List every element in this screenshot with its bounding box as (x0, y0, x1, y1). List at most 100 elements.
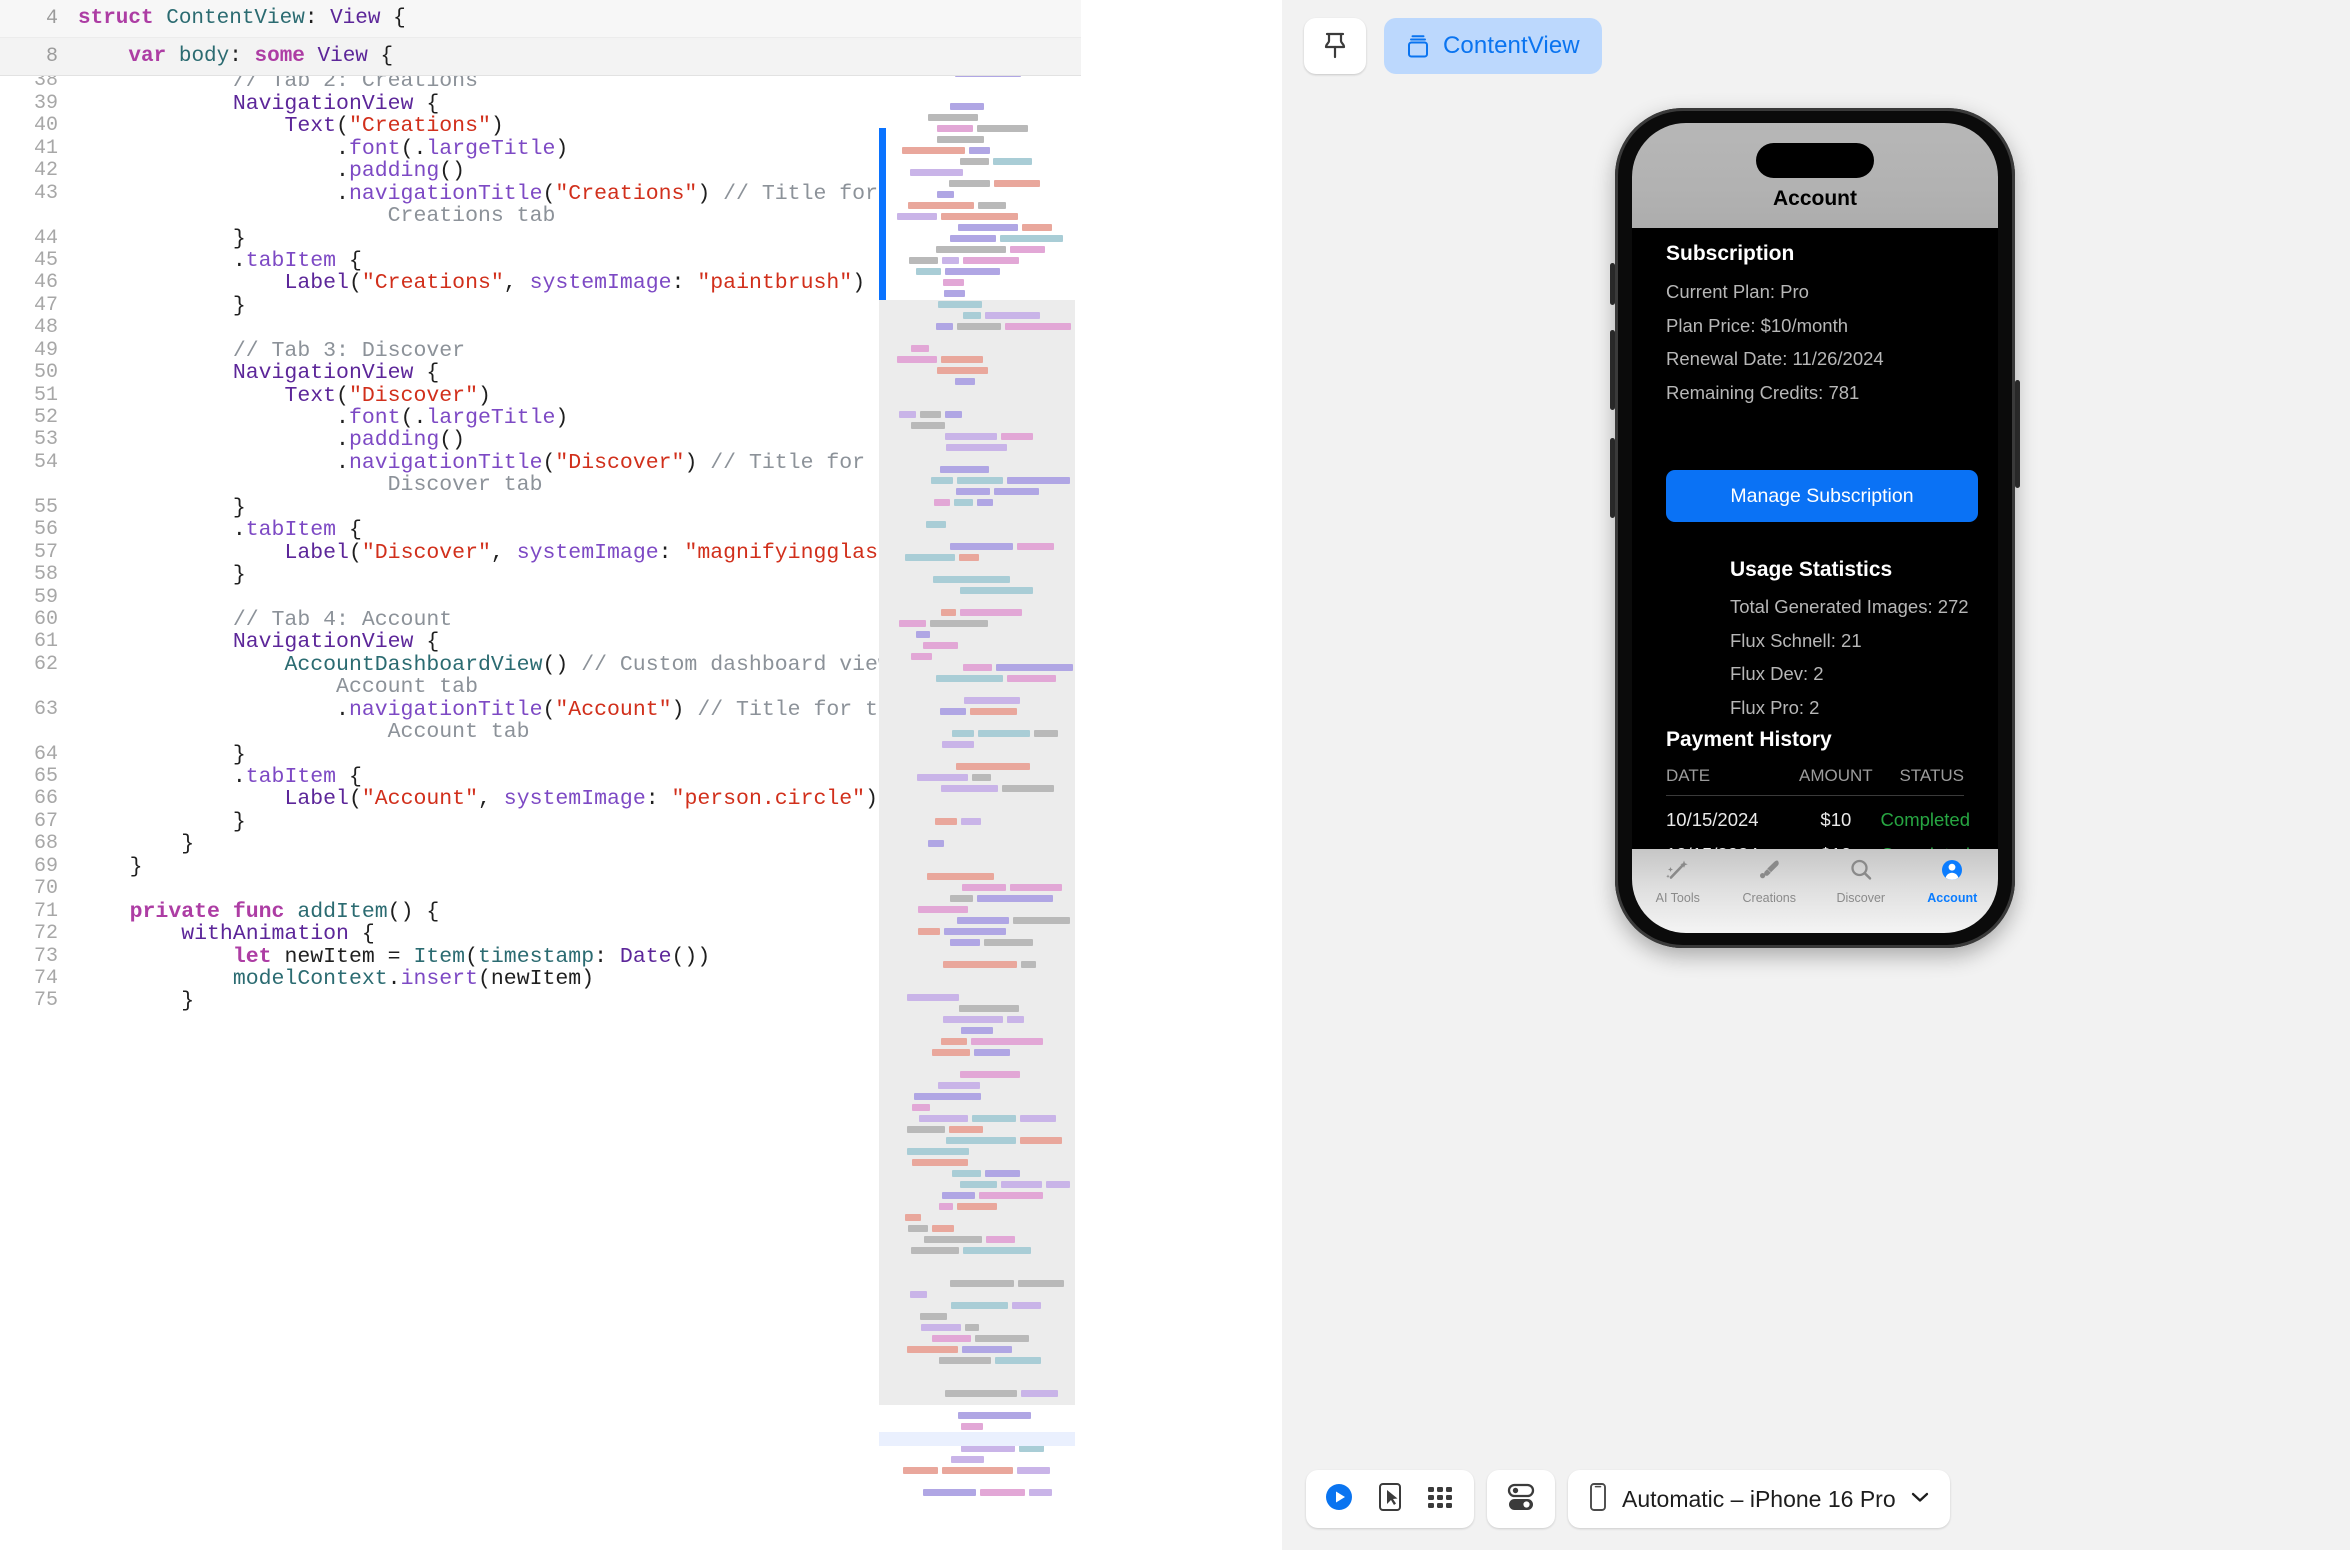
line-number: 58 (0, 564, 58, 586)
minimap-code-line (941, 1038, 967, 1045)
minimap-code-line (1010, 884, 1062, 891)
line-code: .tabItem { (78, 519, 362, 541)
line-number: 45 (0, 250, 58, 272)
source-editor[interactable]: 4 struct ContentView: View {8 var body: s… (0, 0, 1081, 1550)
minimap-code-line (923, 642, 958, 649)
line-number: 71 (0, 901, 58, 923)
minimap-code-line (910, 1291, 927, 1298)
wand-sparkles-icon (1665, 858, 1691, 887)
minimap-code-line (1001, 1181, 1042, 1188)
minimap-code-line (985, 312, 1040, 319)
line-code: AccountDashboardView() // Custom dashboa… (78, 654, 942, 676)
iphone-icon (1588, 1482, 1608, 1517)
minimap-code-line (941, 785, 998, 792)
minimap-code-line (949, 180, 990, 187)
line-code: withAnimation { (78, 923, 375, 945)
minimap-code-line (932, 1225, 954, 1232)
tab-bar[interactable]: AI ToolsCreationsDiscoverAccount (1632, 849, 1998, 933)
line-code: } (78, 228, 246, 250)
minimap-code-line (1017, 1467, 1050, 1474)
line-number: 65 (0, 766, 58, 788)
minimap-code-line (918, 906, 968, 913)
subscription-detail-line: Renewal Date: 11/26/2024 (1666, 348, 1884, 370)
minimap-code-line (916, 631, 930, 638)
line-code: struct ContentView: View { (78, 0, 406, 37)
pin-preview-button[interactable] (1304, 18, 1366, 74)
line-code: Account tab (78, 721, 530, 743)
minimap-code-line (957, 917, 1009, 924)
minimap-code-line (942, 741, 974, 748)
line-number: 56 (0, 519, 58, 541)
minimap-code-line (963, 1247, 1031, 1254)
selectable-pointer-icon[interactable] (1377, 1482, 1403, 1517)
line-number: 4 (0, 0, 58, 37)
minimap-code-line (1013, 917, 1070, 924)
subscription-detail-line: Remaining Credits: 781 (1666, 382, 1884, 404)
minimap-code-line (963, 664, 992, 671)
line-code: .tabItem { (78, 250, 362, 272)
minimap-code-line (978, 730, 1030, 737)
column-header-status: STATUS (1881, 766, 1964, 786)
tab-bar-item-account[interactable]: Account (1907, 858, 1999, 905)
minimap-code-line (907, 1346, 958, 1353)
editor-minimap[interactable] (879, 0, 1075, 1550)
minimap-code-line (911, 345, 929, 352)
minimap-code-line (984, 939, 1033, 946)
minimap-code-line (949, 1126, 983, 1133)
line-code: .navigationTitle("Account") // Title for… (78, 699, 904, 721)
minimap-code-line (961, 1423, 983, 1430)
tab-bar-item-creations[interactable]: Creations (1724, 858, 1816, 905)
line-number: 46 (0, 272, 58, 294)
jump-bar-row[interactable]: 4 struct ContentView: View { (0, 0, 1081, 38)
line-number: 69 (0, 856, 58, 878)
minimap-code-line (908, 202, 974, 209)
minimap-code-line (961, 818, 981, 825)
line-number: 63 (0, 699, 58, 721)
minimap-code-line (945, 268, 1000, 275)
minimap-code-line (980, 1489, 1025, 1496)
manage-subscription-button[interactable]: Manage Subscription (1666, 470, 1978, 522)
minimap-code-line (912, 1104, 930, 1111)
usage-detail-line: Total Generated Images: 272 (1730, 596, 1969, 618)
minimap-code-line (956, 488, 990, 495)
variants-grid-icon[interactable] (1426, 1483, 1456, 1516)
preview-tab-contentview[interactable]: ContentView (1384, 18, 1602, 74)
line-code: } (78, 990, 194, 1012)
line-number: 47 (0, 295, 58, 317)
minimap-code-line (951, 1456, 984, 1463)
preview-tab-label: ContentView (1443, 32, 1580, 60)
minimap-code-line (897, 356, 937, 363)
line-number: 48 (0, 317, 58, 339)
minimap-code-line (950, 235, 996, 242)
line-number: 62 (0, 654, 58, 676)
minimap-code-line (911, 1247, 959, 1254)
manage-subscription-label: Manage Subscription (1730, 485, 1913, 508)
minimap-code-line (1007, 1016, 1024, 1023)
minimap-code-line (905, 554, 955, 561)
dynamic-island (1756, 143, 1874, 178)
account-dashboard-body[interactable]: Subscription Current Plan: ProPlan Price… (1632, 228, 1998, 933)
minimap-code-line (933, 576, 1010, 583)
canvas-bottom-toolbar: Automatic – iPhone 16 Pro (1306, 1470, 1950, 1528)
minimap-code-line (1002, 785, 1054, 792)
line-code: } (78, 497, 246, 519)
minimap-code-line (924, 1236, 982, 1243)
tab-bar-item-ai-tools[interactable]: AI Tools (1632, 858, 1724, 905)
device-settings-group[interactable] (1487, 1470, 1555, 1528)
minimap-code-line (958, 1412, 1031, 1419)
minimap-code-line (1046, 1181, 1070, 1188)
device-settings-icon[interactable] (1504, 1481, 1538, 1518)
minimap-code-line (952, 1170, 981, 1177)
line-code: } (78, 856, 143, 878)
minimap-code-line (911, 653, 932, 660)
jump-bar-row[interactable]: 8 var body: some View { (0, 38, 1081, 76)
line-number: 72 (0, 923, 58, 945)
minimap-code-line (977, 125, 1028, 132)
minimap-code-line (940, 466, 989, 473)
device-preview-iphone[interactable]: Account Subscription Current Plan: ProPl… (1615, 108, 2015, 948)
tab-bar-item-discover[interactable]: Discover (1815, 858, 1907, 905)
play-circle-icon[interactable] (1324, 1482, 1354, 1517)
line-code: Label("Account", systemImage: "person.ci… (78, 788, 878, 810)
device-selector-dropdown[interactable]: Automatic – iPhone 16 Pro (1568, 1470, 1950, 1528)
phone-screen[interactable]: Account Subscription Current Plan: ProPl… (1632, 123, 1998, 933)
